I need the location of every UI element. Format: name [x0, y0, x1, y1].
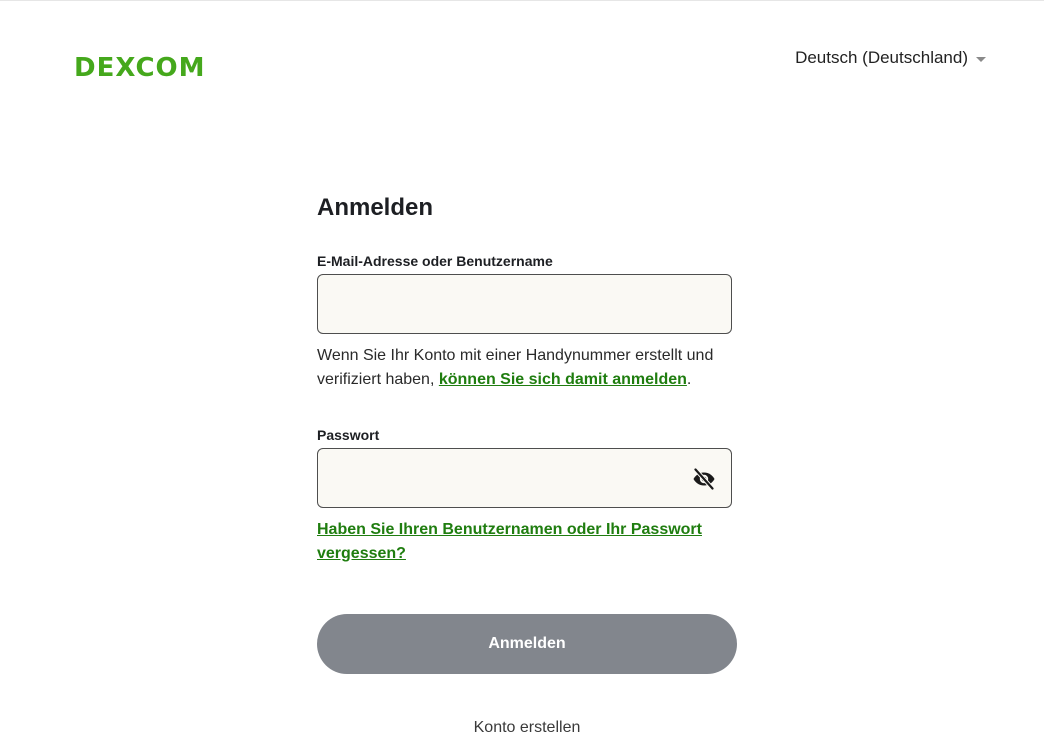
page-title: Anmelden [317, 194, 434, 221]
phone-login-hint-suffix: . [686, 371, 692, 388]
login-form: Anmelden E-Mail-Adresse oder Benutzernam… [317, 193, 737, 738]
dexcom-logo: DEXCOM [74, 40, 206, 88]
email-field-label: E-Mail-Adresse oder Benutzername [317, 253, 553, 269]
caret-down-icon [976, 56, 986, 62]
phone-login-hint: Wenn Sie Ihr Konto mit einer Handynummer… [317, 344, 732, 392]
phone-login-link[interactable]: können Sie sich damit anmelden [439, 371, 687, 388]
language-selector[interactable]: Deutsch (Deutschland) [795, 47, 986, 69]
language-selected-label: Deutsch (Deutschland) [795, 48, 968, 67]
eye-off-icon [693, 468, 715, 490]
logo-text: DEXCOM [74, 42, 206, 85]
password-field-label: Passwort [317, 427, 380, 443]
password-field-container [317, 448, 732, 508]
login-page: DEXCOM Deutsch (Deutschland) Anmelden E-… [0, 0, 1044, 752]
forgot-credentials-link[interactable]: Haben Sie Ihren Benutzernamen oder Ihr P… [317, 518, 732, 566]
email-field-container [317, 274, 732, 334]
top-divider [0, 0, 1044, 1]
create-account-link[interactable]: Konto erstellen [317, 718, 737, 738]
password-visibility-toggle[interactable] [691, 467, 717, 491]
email-field[interactable] [318, 275, 731, 333]
sign-in-button[interactable]: Anmelden [317, 614, 737, 674]
password-field[interactable] [318, 449, 731, 507]
